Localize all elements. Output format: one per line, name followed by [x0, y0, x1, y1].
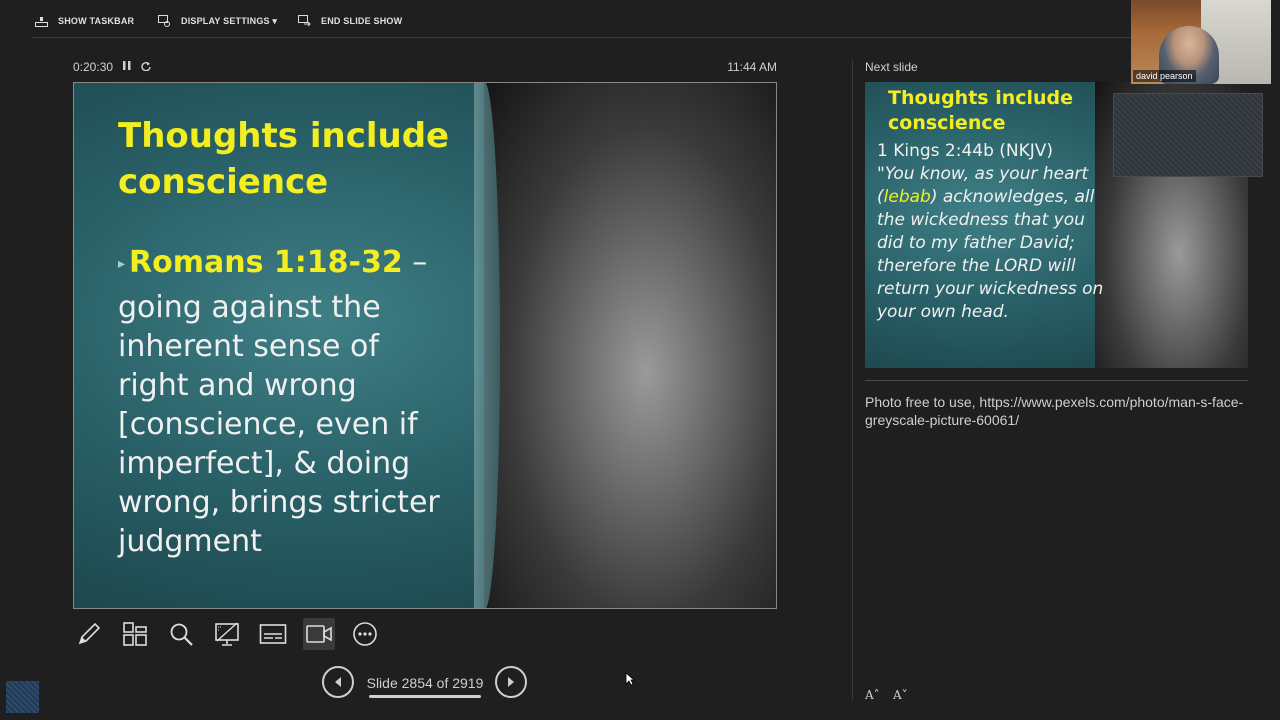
verse-highlight: lebab [883, 187, 931, 207]
presenter-tools [73, 618, 381, 650]
slide-title: Thoughts include conscience [118, 113, 478, 205]
elapsed-time: 0:20:30 [73, 60, 114, 74]
chevron-right-icon [508, 677, 514, 687]
zoom-icon[interactable] [165, 618, 197, 650]
chevron-left-icon [335, 677, 341, 687]
slide-dash: – [402, 245, 428, 280]
more-options-icon[interactable] [349, 618, 381, 650]
corner-thumbnail [6, 681, 39, 713]
next-slide-verse: "You know, as your heart (lebab) acknowl… [877, 163, 1112, 324]
taskbar-icon [35, 16, 48, 27]
slide-body: ▸ Romans 1:18-32 – going against the inhe… [118, 243, 498, 561]
body-line: right and wrong [118, 368, 357, 403]
body-line: wrong, brings stricter [118, 485, 440, 520]
body-line: imperfect], & doing [118, 446, 411, 481]
timer: 0:20:30 [73, 60, 151, 74]
toolbar-divider [32, 37, 1132, 38]
end-show-icon [298, 15, 311, 27]
webcam-feed: david pearson [1131, 0, 1271, 84]
body-line: judgment [118, 524, 262, 559]
restart-icon[interactable] [141, 61, 151, 74]
end-slide-show-label: END SLIDE SHOW [321, 16, 403, 26]
decrease-font-button[interactable]: A˅ [893, 688, 908, 702]
show-taskbar-button[interactable]: SHOW TASKBAR [35, 13, 134, 29]
end-slide-show-button[interactable]: END SLIDE SHOW [298, 13, 402, 29]
slide-title-line2: conscience [118, 162, 329, 202]
notes-divider [865, 380, 1248, 381]
display-settings-button[interactable]: DISPLAY SETTINGS ▾ [158, 13, 277, 29]
display-settings-label: DISPLAY SETTINGS ▾ [181, 15, 278, 26]
next-title-line1: Thoughts include [888, 87, 1074, 109]
slide-title-line1: Thoughts include [118, 116, 450, 156]
bullet-icon: ▸ [118, 256, 126, 272]
black-screen-icon[interactable] [211, 618, 243, 650]
see-all-slides-icon[interactable] [119, 618, 151, 650]
video-placeholder [1113, 93, 1263, 177]
pen-icon[interactable] [73, 618, 105, 650]
next-title-line2: conscience [888, 112, 1006, 134]
next-slide-label: Next slide [865, 60, 918, 74]
previous-slide-button[interactable] [322, 666, 354, 698]
next-slide-button[interactable] [495, 666, 527, 698]
pause-icon[interactable] [123, 61, 131, 73]
slide-reference: Romans 1:18-32 [129, 245, 403, 280]
body-line: going against the [118, 290, 381, 325]
next-slide-title: Thoughts include conscience [888, 86, 1073, 136]
show-taskbar-label: SHOW TASKBAR [58, 16, 135, 26]
participant-name: david pearson [1133, 70, 1196, 82]
clock: 11:44 AM [727, 60, 777, 74]
speaker-notes[interactable]: Photo free to use, https://www.pexels.co… [865, 393, 1248, 429]
slide-progress-bar [369, 695, 481, 698]
next-slide-reference: 1 Kings 2:44b (NKJV) [877, 141, 1054, 161]
slide-counter[interactable]: Slide 2854 of 2919 [362, 675, 488, 691]
increase-font-button[interactable]: A˄ [865, 688, 880, 702]
verse-part2: ) acknowledges, all the wickedness that … [877, 187, 1104, 322]
subtitles-icon[interactable] [257, 618, 289, 650]
display-settings-icon [158, 15, 170, 27]
body-line: inherent sense of [118, 329, 379, 364]
panel-divider [852, 60, 853, 700]
slide-photo [484, 83, 776, 608]
mouse-cursor-icon [625, 672, 636, 691]
camera-icon[interactable] [303, 618, 335, 650]
current-slide[interactable]: Thoughts include conscience ▸ Romans 1:18… [73, 82, 777, 609]
body-line: [conscience, even if [118, 407, 418, 442]
